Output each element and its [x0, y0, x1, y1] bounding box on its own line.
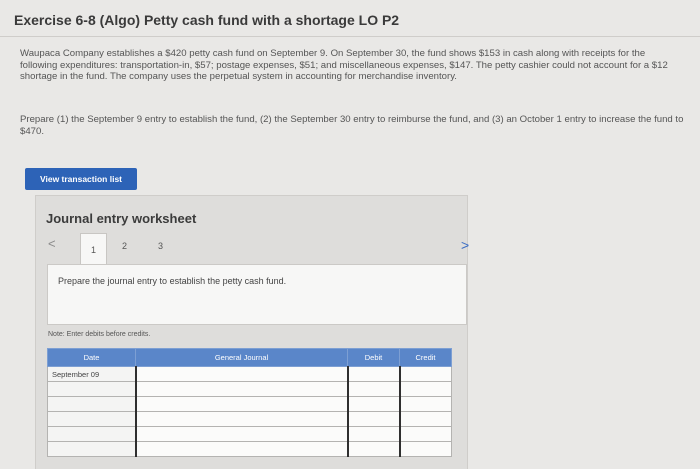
debit-input[interactable]: [346, 441, 400, 457]
credit-input[interactable]: [398, 411, 452, 427]
worksheet-tab-2[interactable]: 2: [112, 233, 137, 259]
credit-input[interactable]: [398, 426, 452, 442]
worksheet-title: Journal entry worksheet: [46, 211, 197, 226]
worksheet-tab-1[interactable]: 1: [80, 233, 107, 265]
column-header-credit: Credit: [399, 348, 452, 367]
column-header-general-journal: General Journal: [135, 348, 348, 367]
debit-input[interactable]: [346, 381, 400, 397]
date-cell: [47, 411, 136, 427]
chevron-right-icon[interactable]: >: [461, 237, 469, 253]
date-cell: [47, 441, 136, 457]
debit-input[interactable]: [346, 396, 400, 412]
debit-input[interactable]: [346, 411, 400, 427]
account-input[interactable]: [134, 426, 348, 442]
problem-description: Waupaca Company establishes a $420 petty…: [20, 48, 668, 82]
prompt-text: Prepare the journal entry to establish t…: [58, 276, 287, 286]
credit-input[interactable]: [398, 381, 452, 397]
debit-input[interactable]: [346, 366, 400, 382]
account-input[interactable]: [134, 381, 348, 397]
date-cell: [47, 396, 136, 412]
account-input[interactable]: [134, 366, 348, 382]
column-header-date: Date: [47, 348, 136, 367]
exercise-title: Exercise 6-8 (Algo) Petty cash fund with…: [14, 12, 400, 28]
table-row: [47, 411, 452, 427]
journal-table-header: Date General Journal Debit Credit: [47, 348, 452, 367]
entry-note: Note: Enter debits before credits.: [48, 331, 151, 338]
date-cell: September 09: [47, 366, 136, 382]
debit-input[interactable]: [346, 426, 400, 442]
table-row: September 09: [47, 366, 452, 382]
prompt-panel: [47, 264, 467, 325]
date-cell: [47, 426, 136, 442]
view-transaction-list-button[interactable]: View transaction list: [25, 168, 137, 190]
credit-input[interactable]: [398, 441, 452, 457]
table-row: [47, 426, 452, 442]
account-input[interactable]: [134, 411, 348, 427]
table-row: [47, 396, 452, 412]
journal-table: Date General Journal Debit Credit Septem…: [47, 348, 452, 457]
date-cell: [47, 381, 136, 397]
account-input[interactable]: [134, 441, 348, 457]
account-input[interactable]: [134, 396, 348, 412]
credit-input[interactable]: [398, 366, 452, 382]
problem-instructions: Prepare (1) the September 9 entry to est…: [20, 114, 684, 137]
table-row: [47, 381, 452, 397]
chevron-left-icon[interactable]: <: [48, 236, 56, 251]
column-header-debit: Debit: [347, 348, 400, 367]
credit-input[interactable]: [398, 396, 452, 412]
worksheet-tab-3[interactable]: 3: [148, 233, 173, 259]
title-divider: [0, 36, 700, 37]
table-row: [47, 441, 452, 457]
